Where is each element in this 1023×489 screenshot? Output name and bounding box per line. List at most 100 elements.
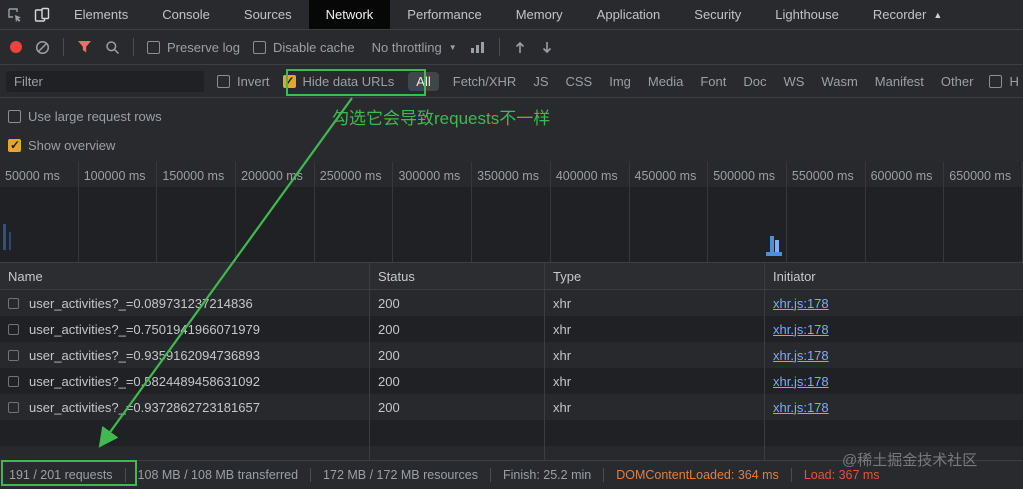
- requests-tbody: user_activities?_=0.089731237214836 200 xh…: [0, 290, 1023, 460]
- clear-button[interactable]: [35, 40, 50, 55]
- inspect-element-icon[interactable]: [7, 7, 23, 23]
- initiator-link[interactable]: xhr.js:178: [773, 400, 829, 415]
- requests-count: 191 / 201 requests: [9, 468, 113, 482]
- column-header-name[interactable]: Name: [0, 263, 370, 289]
- network-overview-timeline[interactable]: 50000 ms 100000 ms 150000 ms 200000 ms 25000…: [0, 162, 1023, 263]
- filter-pill-ws[interactable]: WS: [780, 72, 807, 91]
- initiator-link[interactable]: xhr.js:178: [773, 374, 829, 389]
- checkbox-checked-icon: [282, 74, 296, 88]
- overview-tick: 450000 ms: [630, 162, 709, 262]
- tab-security[interactable]: Security: [677, 0, 758, 29]
- filter-pill-all[interactable]: All: [408, 71, 439, 91]
- filter-pill-img[interactable]: Img: [606, 72, 634, 91]
- export-har-button[interactable]: [540, 40, 554, 55]
- tabbar-icons: [0, 0, 57, 29]
- filter-input[interactable]: [6, 70, 204, 92]
- divider: [790, 468, 792, 482]
- request-row[interactable]: user_activities?_=0.9372862723181657 200 x…: [0, 394, 1023, 420]
- activity-bar: [9, 232, 11, 250]
- overview-ticks: 50000 ms 100000 ms 150000 ms 200000 ms 25000…: [0, 162, 1023, 262]
- column-header-type[interactable]: Type: [545, 263, 765, 289]
- column-header-status[interactable]: Status: [370, 263, 545, 289]
- filter-pill-other[interactable]: Other: [938, 72, 977, 91]
- funnel-icon: [78, 41, 91, 53]
- tick-label: 300000 ms: [398, 169, 461, 183]
- tick-label: 450000 ms: [634, 169, 697, 183]
- network-options: Use large request rows Show overview: [0, 98, 1023, 162]
- overview-tick: 550000 ms: [787, 162, 866, 262]
- up-arrow-icon: [515, 41, 524, 53]
- filter-pill-font[interactable]: Font: [697, 72, 729, 91]
- invert-checkbox[interactable]: Invert: [217, 74, 270, 89]
- filter-pill-js[interactable]: JS: [530, 72, 551, 91]
- clear-icon: [35, 40, 50, 54]
- preserve-log-checkbox[interactable]: Preserve log: [147, 40, 240, 55]
- row-checkbox[interactable]: [8, 297, 19, 309]
- hide-data-urls-checkbox[interactable]: Hide data URLs: [282, 73, 395, 89]
- request-row[interactable]: user_activities?_=0.7501941966071979 200 x…: [0, 316, 1023, 342]
- tab-sources[interactable]: Sources: [227, 0, 309, 29]
- divider: [489, 468, 491, 482]
- request-status: 200: [370, 342, 545, 368]
- filter-pill-fetch-xhr[interactable]: Fetch/XHR: [450, 72, 520, 91]
- filter-pill-css[interactable]: CSS: [563, 72, 596, 91]
- overview-tick: 200000 ms: [236, 162, 315, 262]
- disable-cache-checkbox[interactable]: Disable cache: [252, 39, 355, 55]
- request-status: 200: [370, 290, 545, 316]
- tab-console[interactable]: Console: [145, 0, 227, 29]
- filter-pill-doc[interactable]: Doc: [740, 72, 769, 91]
- filter-toggle-button[interactable]: [77, 40, 92, 54]
- row-checkbox[interactable]: [8, 349, 19, 361]
- devtools-window: Elements Console Sources Network Performance…: [0, 0, 1023, 489]
- tab-elements[interactable]: Elements: [57, 0, 145, 29]
- column-header-initiator[interactable]: Initiator: [765, 263, 1023, 289]
- throttling-value: No throttling: [371, 39, 442, 55]
- request-name: user_activities?_=0.9359162094736893: [29, 347, 260, 363]
- tick-label: 350000 ms: [477, 169, 539, 183]
- request-row[interactable]: user_activities?_=0.9359162094736893 200 x…: [0, 342, 1023, 368]
- filter-pill-manifest[interactable]: Manifest: [872, 72, 927, 91]
- filter-pill-wasm[interactable]: Wasm: [818, 72, 860, 91]
- tab-application[interactable]: Application: [580, 0, 678, 29]
- disable-cache-label: Disable cache: [272, 39, 355, 55]
- activity-bar: [3, 224, 6, 250]
- resources-size: 172 MB / 172 MB resources: [323, 468, 478, 482]
- request-row[interactable]: user_activities?_=0.5824489458631092 200 x…: [0, 368, 1023, 394]
- use-large-request-rows-checkbox[interactable]: Use large request rows: [8, 109, 162, 124]
- row-checkbox[interactable]: [8, 323, 19, 335]
- requests-table-header: Name Status Type Initiator: [0, 263, 1023, 290]
- transferred-size: 108 MB / 108 MB transferred: [137, 468, 299, 482]
- use-large-request-rows-label: Use large request rows: [28, 109, 162, 124]
- divider: [133, 38, 134, 56]
- throttling-select[interactable]: No throttling ▼: [372, 40, 457, 55]
- request-row[interactable]: user_activities?_=0.089731237214836 200 xh…: [0, 290, 1023, 316]
- record-button[interactable]: [10, 41, 22, 53]
- domcontentloaded-time: DOMContentLoaded: 364 ms: [616, 468, 779, 482]
- tick-label: 600000 ms: [870, 169, 933, 183]
- device-toolbar-icon[interactable]: [34, 7, 50, 23]
- import-har-button[interactable]: [513, 40, 527, 55]
- request-type: xhr: [545, 290, 765, 316]
- initiator-link[interactable]: xhr.js:178: [773, 296, 829, 311]
- tick-label: 150000 ms: [162, 169, 225, 183]
- tab-lighthouse[interactable]: Lighthouse: [758, 0, 856, 29]
- row-checkbox[interactable]: [8, 375, 19, 387]
- tab-performance[interactable]: Performance: [390, 0, 498, 29]
- row-checkbox[interactable]: [8, 401, 19, 413]
- tab-recorder[interactable]: Recorder ▲: [856, 0, 959, 29]
- clipped-filter-checkbox[interactable]: H: [989, 74, 1019, 89]
- show-overview-checkbox[interactable]: Show overview: [8, 138, 115, 153]
- checkbox-icon: [8, 110, 21, 123]
- search-button[interactable]: [105, 40, 120, 55]
- load-time: Load: 367 ms: [803, 468, 880, 482]
- tab-memory[interactable]: Memory: [499, 0, 580, 29]
- initiator-link[interactable]: xhr.js:178: [773, 322, 829, 337]
- network-conditions-button[interactable]: [470, 40, 486, 54]
- overview-tick: 350000 ms: [472, 162, 551, 262]
- initiator-link[interactable]: xhr.js:178: [773, 348, 829, 363]
- tick-label: 650000 ms: [949, 169, 1012, 183]
- filter-pill-media[interactable]: Media: [645, 72, 686, 91]
- hide-data-urls-label: Hide data URLs: [302, 73, 395, 89]
- tab-network[interactable]: Network: [308, 0, 391, 29]
- overview-tick: 400000 ms: [551, 162, 630, 262]
